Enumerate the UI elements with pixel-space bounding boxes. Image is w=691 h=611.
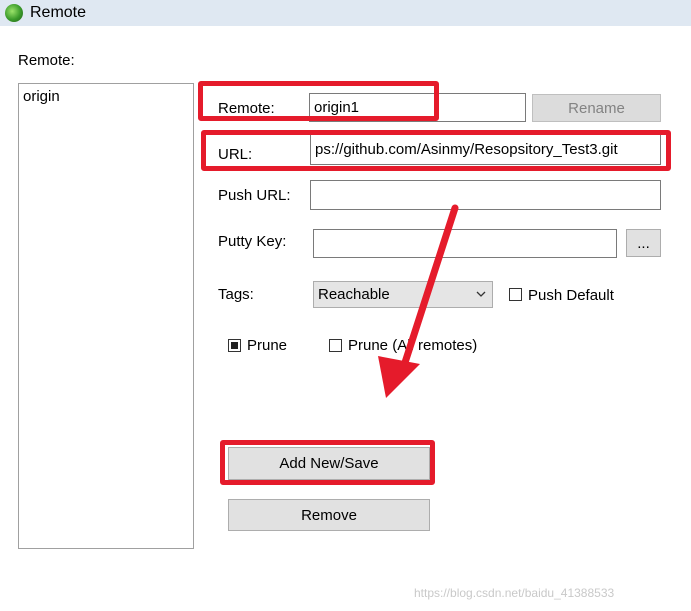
remotes-list-label: Remote: <box>18 52 75 69</box>
chevron-down-icon <box>476 291 486 297</box>
push-default-label: Push Default <box>528 287 614 304</box>
prune-all-checkbox[interactable] <box>329 339 342 352</box>
remove-button[interactable]: Remove <box>228 499 430 531</box>
rename-button[interactable]: Rename <box>532 94 661 122</box>
prune-checkbox[interactable] <box>228 339 241 352</box>
remote-name-label: Remote: <box>218 100 275 117</box>
push-default-checkbox[interactable] <box>509 288 522 301</box>
remote-name-input[interactable] <box>309 93 526 122</box>
putty-key-label: Putty Key: <box>218 233 287 250</box>
browse-button[interactable]: ... <box>626 229 661 257</box>
remotes-listbox[interactable]: origin <box>18 83 194 549</box>
url-label: URL: <box>218 146 253 163</box>
putty-key-input[interactable] <box>313 229 617 258</box>
push-url-label: Push URL: <box>218 187 291 204</box>
url-input[interactable] <box>310 134 661 165</box>
tags-label: Tags: <box>218 286 254 303</box>
prune-label: Prune <box>247 337 288 354</box>
title-bar: Remote <box>0 0 691 26</box>
tags-selected-value: Reachable <box>318 286 390 303</box>
app-icon <box>5 4 23 22</box>
watermark: https://blog.csdn.net/baidu_41388533 <box>414 586 615 600</box>
add-new-save-button[interactable]: Add New/Save <box>228 447 430 480</box>
tags-select[interactable]: Reachable <box>313 281 493 308</box>
window-title: Remote <box>30 4 87 21</box>
prune-all-label: Prune (All remotes) <box>348 337 478 354</box>
list-item-origin[interactable]: origin <box>23 88 60 105</box>
push-url-input[interactable] <box>310 180 661 210</box>
